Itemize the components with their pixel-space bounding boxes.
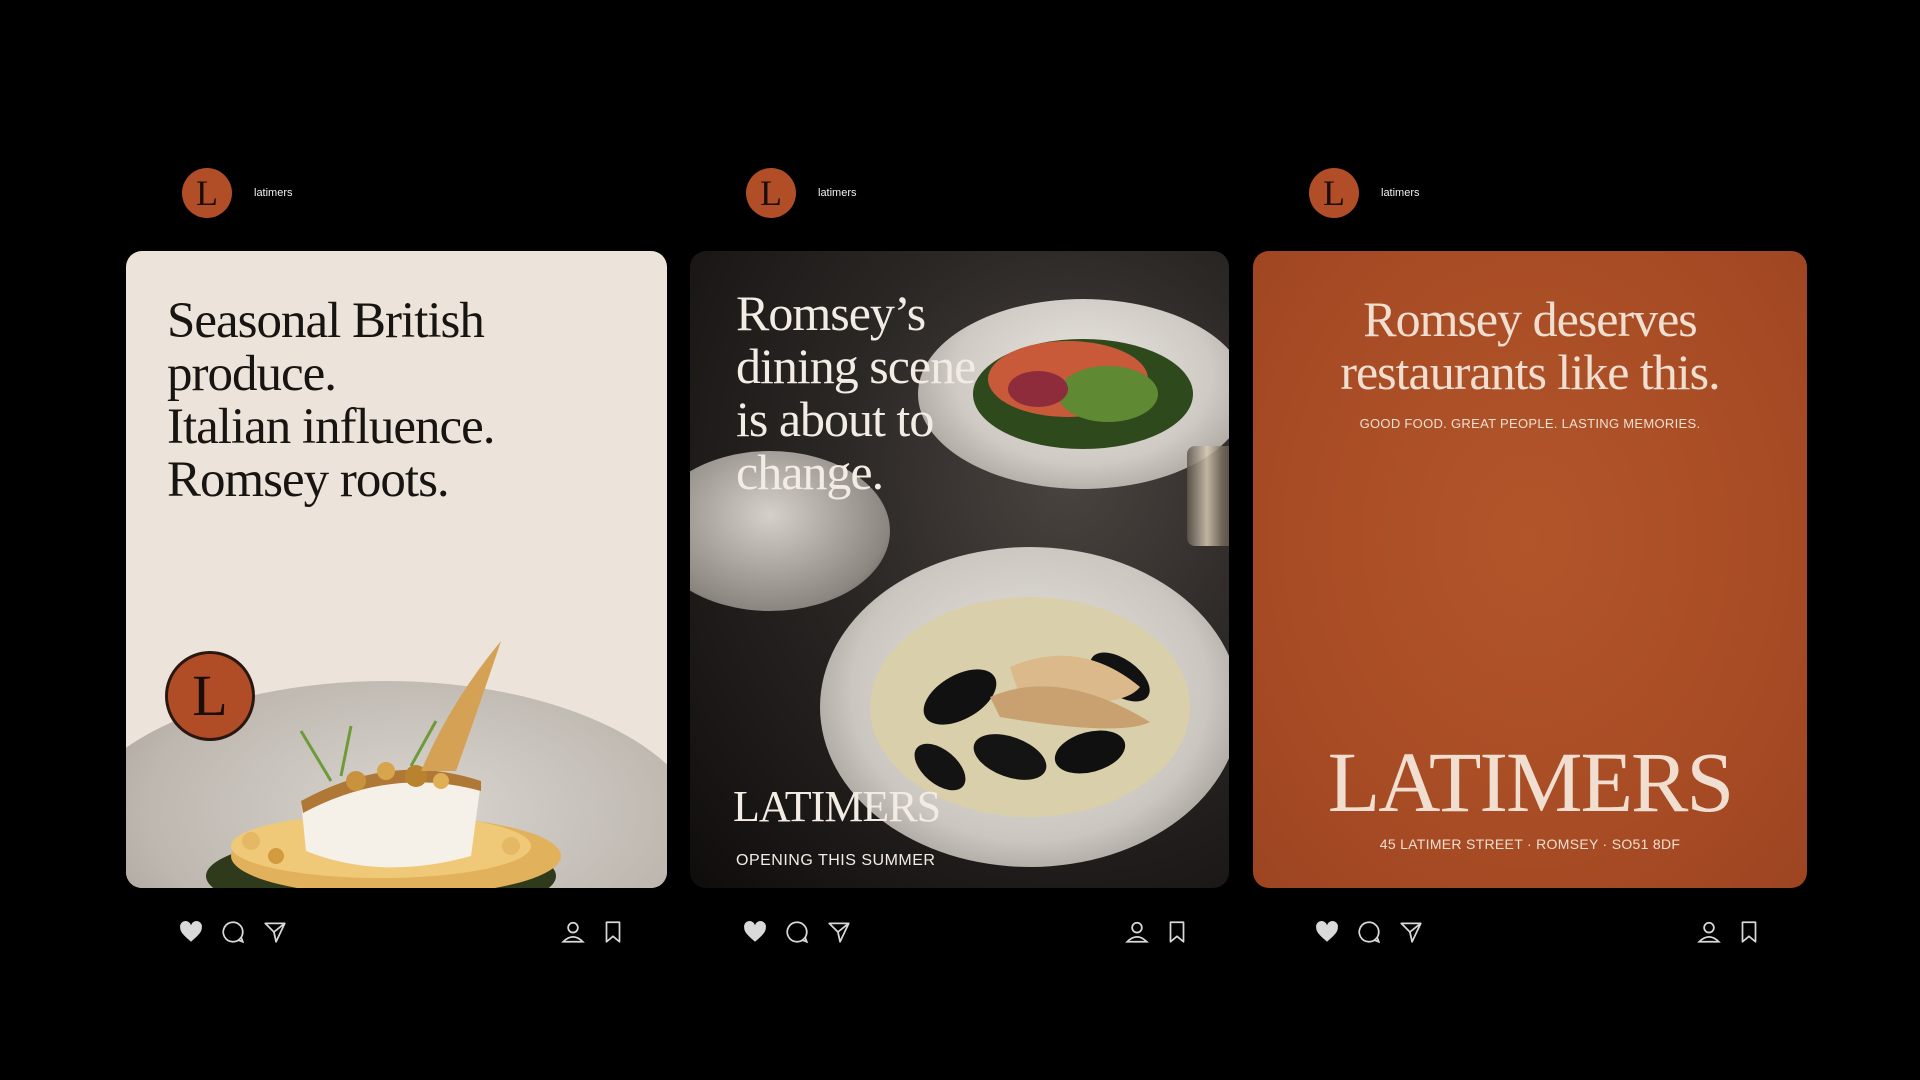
profile-icon[interactable] [1122, 917, 1152, 947]
share-icon[interactable] [260, 917, 290, 947]
post-header: L latimers [1309, 167, 1420, 219]
avatar[interactable]: L [1309, 168, 1359, 218]
headline-line: produce. [167, 346, 337, 402]
post-image[interactable]: Romsey’s dining scene is about to change… [690, 251, 1229, 888]
headline: Romsey deserves restaurants like this. [1253, 293, 1807, 399]
post-image[interactable]: Seasonal British produce. Italian influe… [126, 251, 667, 888]
share-icon[interactable] [824, 917, 854, 947]
action-bar [690, 917, 1229, 947]
headline-line: is about to [736, 391, 934, 447]
heart-icon[interactable] [740, 917, 770, 947]
headline-line: Romsey deserves [1363, 291, 1698, 347]
action-bar [1253, 917, 1807, 947]
post-header: L latimers [746, 167, 857, 219]
post-image[interactable]: Romsey deserves restaurants like this. G… [1253, 251, 1807, 888]
profile-icon[interactable] [1694, 917, 1724, 947]
avatar[interactable]: L [182, 168, 232, 218]
brand-wordmark: LATIMERS [733, 782, 941, 831]
opening-subline: OPENING THIS SUMMER [736, 852, 936, 869]
headline-line: dining scene [736, 338, 976, 394]
bookmark-icon[interactable] [1734, 917, 1764, 947]
post-header: L latimers [182, 167, 293, 219]
headline-line: Italian influence. [167, 399, 496, 455]
avatar[interactable]: L [746, 168, 796, 218]
comment-icon[interactable] [218, 917, 248, 947]
comment-icon[interactable] [782, 917, 812, 947]
username[interactable]: latimers [1381, 187, 1420, 199]
profile-icon[interactable] [558, 917, 588, 947]
tagline: GOOD FOOD. GREAT PEOPLE. LASTING MEMORIE… [1359, 416, 1701, 431]
bookmark-icon[interactable] [598, 917, 628, 947]
bookmark-icon[interactable] [1162, 917, 1192, 947]
headline-line: restaurants like this. [1340, 344, 1720, 400]
candle-glass-image [1187, 446, 1229, 546]
headline-line: Romsey’s [736, 285, 926, 341]
heart-icon[interactable] [1312, 917, 1342, 947]
headline: Seasonal British produce. Italian influe… [167, 295, 637, 507]
username[interactable]: latimers [254, 187, 293, 199]
headline: Romsey’s dining scene is about to change… [736, 287, 1076, 499]
share-icon[interactable] [1396, 917, 1426, 947]
comment-icon[interactable] [1354, 917, 1384, 947]
headline-line: change. [736, 444, 884, 500]
action-bar [126, 917, 667, 947]
headline-line: Romsey roots. [167, 452, 450, 508]
heart-icon[interactable] [176, 917, 206, 947]
brand-wordmark: LATIMERS [1327, 734, 1734, 830]
username[interactable]: latimers [818, 187, 857, 199]
logo-badge: L [165, 651, 255, 741]
headline-line: Seasonal British [167, 293, 485, 349]
address: 45 LATIMER STREET · ROMSEY · SO51 8DF [1379, 836, 1681, 852]
